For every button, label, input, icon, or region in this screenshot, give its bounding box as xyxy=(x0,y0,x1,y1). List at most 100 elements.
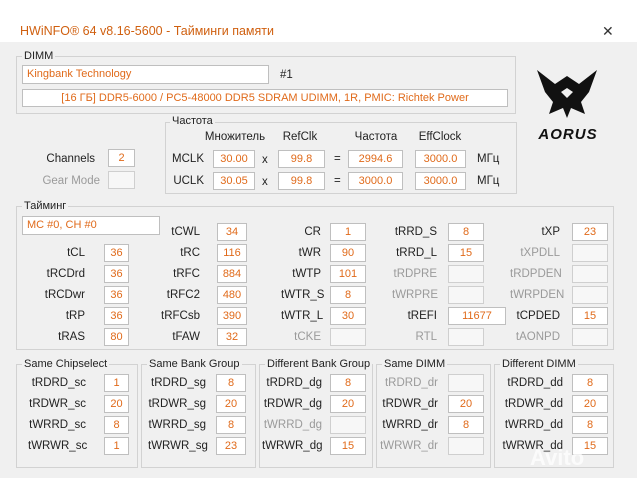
turnaround-group-title: Different DIMM xyxy=(500,358,578,370)
turnaround-value: 8 xyxy=(330,374,366,392)
timing-label: tREFI xyxy=(407,310,437,322)
channels-value: 2 xyxy=(108,149,135,167)
turnaround-label: tWRRD_dd xyxy=(504,419,563,431)
gear-mode-label: Gear Mode xyxy=(42,175,100,187)
timing-label: tWTP xyxy=(292,268,321,280)
uclk-times: x xyxy=(262,176,268,188)
timing-value: 36 xyxy=(104,286,129,304)
timing-label: tWTR_L xyxy=(281,310,324,322)
turnaround-label: tWRWR_sc xyxy=(28,440,88,452)
turnaround-label: tRDWR_dd xyxy=(504,398,563,410)
timing-value: 34 xyxy=(217,223,247,241)
turnaround-label: tWRWR_dr xyxy=(380,440,438,452)
timing-value: 11677 xyxy=(448,307,506,325)
mclk-refclk: 99.8 xyxy=(278,150,325,168)
memory-controller-select[interactable]: MC #0, CH #0 xyxy=(22,216,160,235)
turnaround-value xyxy=(448,374,484,392)
timing-value: 32 xyxy=(217,328,247,346)
timing-value xyxy=(572,265,608,283)
header-multiplier: Множитель xyxy=(204,131,266,143)
timing-value xyxy=(572,328,608,346)
timing-label: tRC xyxy=(180,247,200,259)
turnaround-label: tRDRD_dg xyxy=(266,377,322,389)
turnaround-value: 20 xyxy=(104,395,129,413)
header-refclk: RefClk xyxy=(282,131,318,143)
uclk-frequency: 3000.0 xyxy=(348,172,403,190)
timing-label: tAONPD xyxy=(515,331,560,343)
turnaround-label: tRDWR_sg xyxy=(148,398,206,410)
timing-label: tRFC2 xyxy=(166,289,200,301)
turnaround-value: 20 xyxy=(448,395,484,413)
timing-label: tRFC xyxy=(173,268,200,280)
turnaround-group-title: Same Chipselect xyxy=(22,358,110,370)
turnaround-label: tRDRD_sg xyxy=(151,377,206,389)
turnaround-label: tRDWR_dg xyxy=(263,398,322,410)
uclk-multiplier: 30.05 xyxy=(213,172,255,190)
turnaround-value xyxy=(330,416,366,434)
timing-value: 23 xyxy=(572,223,608,241)
turnaround-group-title: Different Bank Group xyxy=(265,358,373,370)
gear-mode-value xyxy=(108,171,135,189)
timing-value: 90 xyxy=(330,244,366,262)
timing-label: tWRPDEN xyxy=(510,289,565,301)
timing-label: tXPDLL xyxy=(520,247,560,259)
timing-label: tWRPRE xyxy=(392,289,438,301)
turnaround-label: tRDRD_dr xyxy=(384,377,438,389)
timing-value: 15 xyxy=(448,244,484,262)
timing-value: 15 xyxy=(572,307,608,325)
timing-label: tRCDrd xyxy=(46,268,85,280)
dimm-slot-label: #1 xyxy=(280,69,293,81)
timing-label: tRRD_S xyxy=(394,226,437,238)
mclk-equals: = xyxy=(334,153,341,165)
mclk-effclock: 3000.0 xyxy=(415,150,466,168)
turnaround-value: 1 xyxy=(104,374,129,392)
timing-label: CR xyxy=(304,226,321,238)
close-icon[interactable]: ✕ xyxy=(602,24,614,38)
timing-label: tRAS xyxy=(58,331,85,343)
turnaround-value: 8 xyxy=(572,374,608,392)
timing-value xyxy=(572,286,608,304)
timing-label: tWR xyxy=(298,247,321,259)
header-frequency: Частота xyxy=(354,131,398,143)
timing-value xyxy=(448,328,484,346)
mclk-times: x xyxy=(262,154,268,166)
timing-label: tCWL xyxy=(171,226,200,238)
turnaround-value: 20 xyxy=(330,395,366,413)
timing-value: 480 xyxy=(217,286,247,304)
timing-value: 36 xyxy=(104,307,129,325)
turnaround-label: tWRRD_dr xyxy=(382,419,438,431)
turnaround-value: 1 xyxy=(104,437,129,455)
dimm-manufacturer-field[interactable]: Kingbank Technology xyxy=(22,65,269,84)
turnaround-value: 8 xyxy=(448,416,484,434)
frequency-legend: Частота xyxy=(170,115,215,127)
turnaround-value: 8 xyxy=(216,416,246,434)
turnaround-label: tWRRD_sc xyxy=(29,419,86,431)
turnaround-label: tWRRD_sg xyxy=(148,419,206,431)
timing-value xyxy=(330,328,366,346)
timing-label: tCPDED xyxy=(516,310,560,322)
timing-label: tRDPRE xyxy=(393,268,437,280)
timing-value: 116 xyxy=(217,244,247,262)
turnaround-value: 20 xyxy=(216,395,246,413)
header-effclock: EffClock xyxy=(418,131,462,143)
timing-value: 390 xyxy=(217,307,247,325)
channels-label: Channels xyxy=(46,153,95,165)
mclk-unit: МГц xyxy=(477,153,500,165)
timing-value: 8 xyxy=(448,223,484,241)
turnaround-value: 8 xyxy=(216,374,246,392)
uclk-label: UCLK xyxy=(173,175,204,187)
turnaround-label: tRDRD_dd xyxy=(507,377,563,389)
timing-label: tFAW xyxy=(172,331,200,343)
turnaround-label: tRDRD_sc xyxy=(31,377,86,389)
aorus-logo-text: AORUS xyxy=(538,126,598,143)
turnaround-value: 23 xyxy=(216,437,246,455)
turnaround-value: 20 xyxy=(572,395,608,413)
turnaround-value xyxy=(448,437,484,455)
timing-value: 884 xyxy=(217,265,247,283)
turnaround-value: 15 xyxy=(330,437,366,455)
timing-value: 1 xyxy=(330,223,366,241)
uclk-equals: = xyxy=(334,175,341,187)
mclk-frequency: 2994.6 xyxy=(348,150,403,168)
timing-value xyxy=(448,265,484,283)
timing-label: tXP xyxy=(541,226,560,238)
